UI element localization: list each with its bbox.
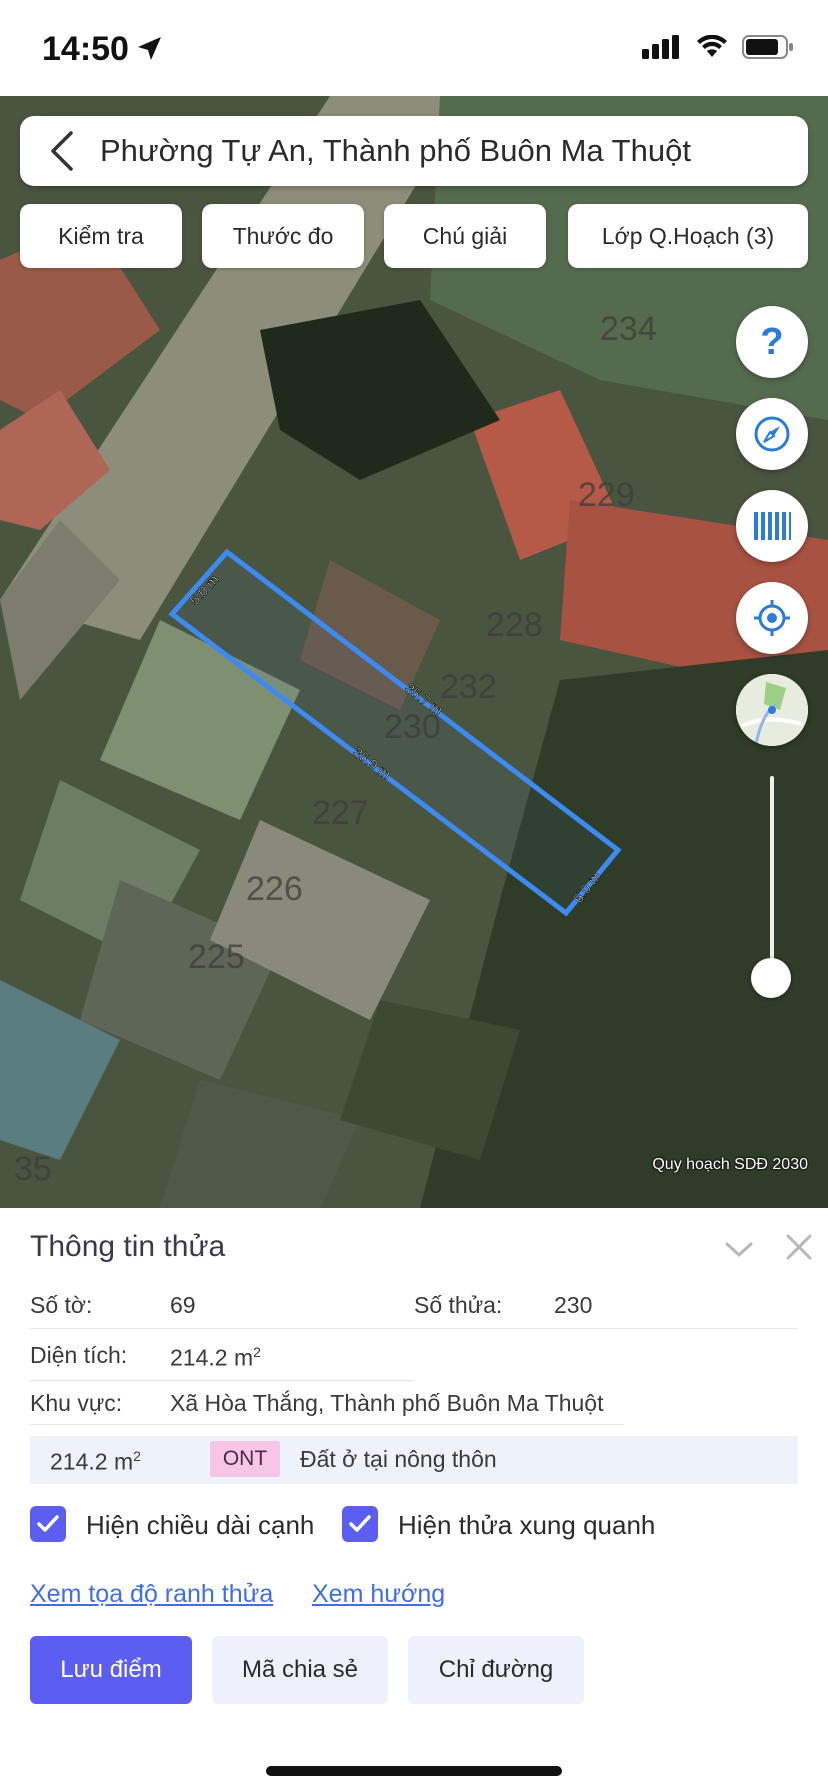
land-use-description: Đất ở tại nông thôn [300, 1446, 497, 1472]
search-bar[interactable]: Phường Tự An, Thành phố Buôn Ma Thuột [20, 116, 808, 186]
show-neighbor-parcels-label[interactable]: Hiện thửa xung quanh [398, 1510, 655, 1541]
checkmark-icon [37, 1515, 59, 1532]
locate-icon [754, 600, 790, 636]
land-use-row: 214.2 m2 ONT Đất ở tại nông thôn [30, 1436, 798, 1484]
so-to-label: Số tờ: [30, 1292, 93, 1318]
dien-tich-label: Diện tích: [30, 1342, 128, 1368]
status-indicators [642, 34, 794, 60]
khu-vuc-value: Xã Hòa Thắng, Thành phố Buôn Ma Thuột [170, 1390, 604, 1416]
show-edge-length-checkbox[interactable] [30, 1506, 66, 1542]
measure-button[interactable]: Thước đo [202, 204, 364, 268]
parcel-number-229: 229 [578, 476, 635, 514]
khu-vuc-label: Khu vực: [30, 1390, 123, 1416]
zoom-slider-thumb[interactable] [751, 958, 791, 998]
compass-button[interactable] [736, 398, 808, 470]
back-icon[interactable] [34, 116, 90, 186]
check-button[interactable]: Kiểm tra [20, 204, 182, 268]
location-arrow-icon [138, 37, 161, 60]
divider [30, 1424, 624, 1425]
close-icon[interactable] [782, 1230, 816, 1264]
land-use-code-badge: ONT [210, 1441, 280, 1477]
svg-text:?: ? [760, 322, 783, 362]
help-button[interactable]: ? [736, 306, 808, 378]
show-edge-length-label[interactable]: Hiện chiều dài cạnh [86, 1510, 314, 1541]
parcel-number-232: 232 [440, 668, 497, 706]
divider [30, 1328, 798, 1329]
status-time: 14:50 [42, 30, 129, 68]
location-title[interactable]: Phường Tự An, Thành phố Buôn Ma Thuột [100, 133, 691, 169]
layers-icon [754, 512, 791, 540]
zoom-slider-track[interactable] [770, 776, 774, 976]
chevron-down-icon[interactable] [722, 1232, 756, 1266]
help-icon: ? [760, 322, 783, 362]
parcel-number-234: 234 [600, 310, 657, 348]
wifi-icon [697, 35, 727, 57]
panel-title: Thông tin thửa [30, 1230, 226, 1263]
show-neighbor-parcels-checkbox[interactable] [342, 1506, 378, 1542]
view-direction-link[interactable]: Xem hướng [312, 1580, 445, 1609]
directions-button[interactable]: Chỉ đường [408, 1636, 584, 1704]
compass-icon [754, 416, 790, 452]
status-bar: 14:50 [0, 0, 828, 96]
view-boundary-coordinates-link[interactable]: Xem tọa độ ranh thửa [30, 1580, 273, 1609]
so-thua-label: Số thửa: [414, 1292, 503, 1318]
map-watermark: Quy hoạch SDĐ 2030 [652, 1156, 808, 1173]
parcel-number-35: 35 [14, 1150, 52, 1188]
planning-layers-button[interactable]: Lớp Q.Hoạch (3) [568, 204, 808, 268]
home-indicator [266, 1766, 562, 1776]
parcel-number-228: 228 [486, 606, 543, 644]
so-to-value: 69 [170, 1292, 196, 1318]
share-code-button[interactable]: Mã chia sẻ [212, 1636, 388, 1704]
parcel-number-225: 225 [188, 938, 245, 976]
locate-button[interactable] [736, 582, 808, 654]
layers-button[interactable] [736, 490, 808, 562]
signal-icon [642, 35, 679, 59]
parcel-number-227: 227 [312, 794, 369, 832]
so-thua-value: 230 [554, 1292, 593, 1318]
map-toolbar: Kiểm tra Thước đo Chú giải Lớp Q.Hoạch (… [20, 204, 808, 268]
checkmark-icon [349, 1515, 371, 1532]
save-point-button[interactable]: Lưu điểm [30, 1636, 192, 1704]
parcel-info-panel: Thông tin thửa Số tờ: 69 Số thửa: 230 Di… [0, 1208, 828, 1792]
divider [30, 1380, 414, 1381]
dien-tich-value: 214.2 m2 [170, 1344, 261, 1371]
parcel-number-226: 226 [246, 870, 303, 908]
map-thumbnail-icon [736, 674, 808, 746]
map-type-button[interactable] [736, 674, 808, 746]
land-use-area: 214.2 m2 [50, 1448, 141, 1475]
battery-icon [742, 35, 793, 59]
legend-button[interactable]: Chú giải [384, 204, 546, 268]
